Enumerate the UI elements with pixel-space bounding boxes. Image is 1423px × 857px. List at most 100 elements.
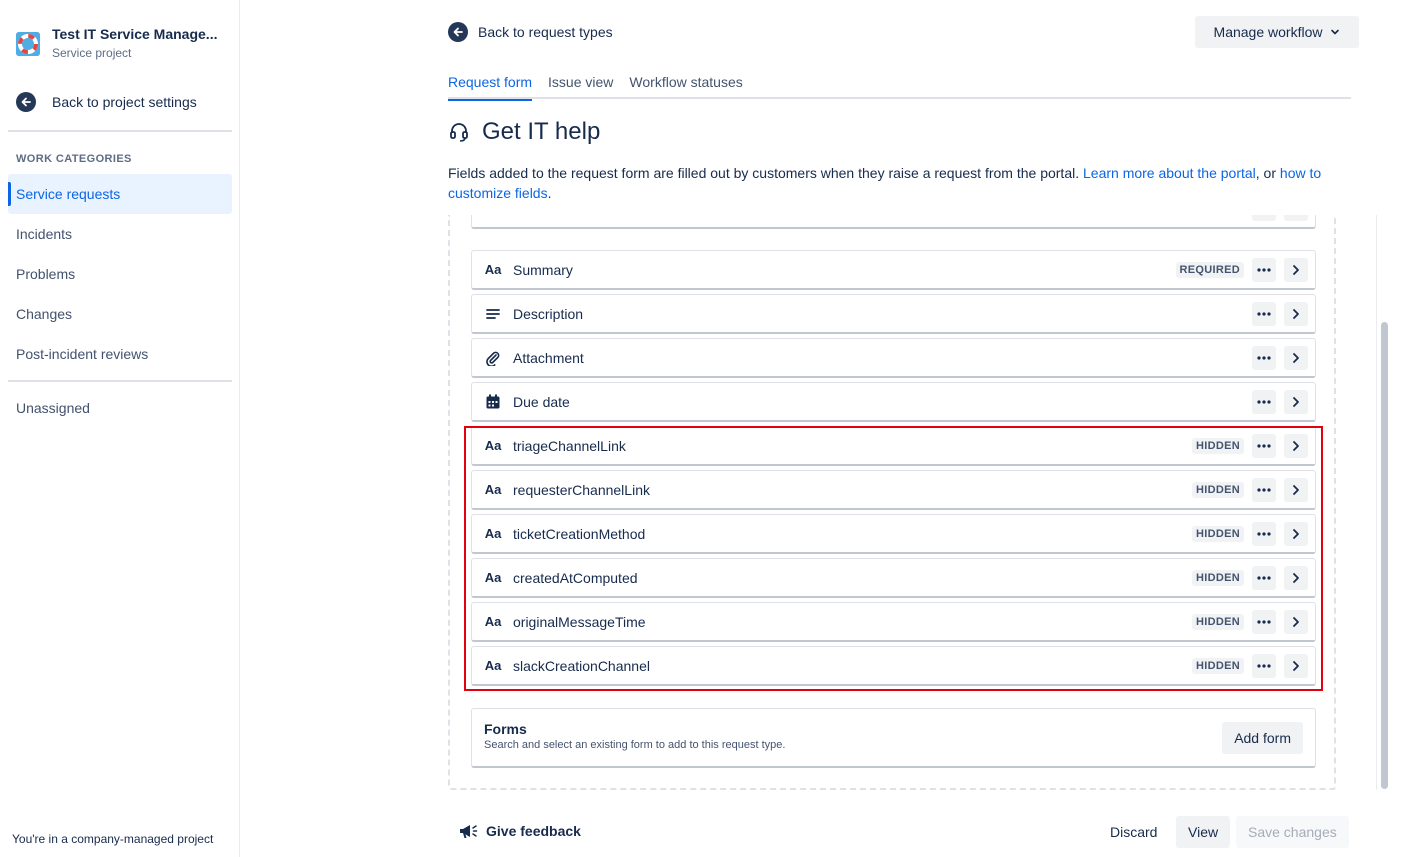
text-field-icon: Aa [484,614,502,629]
discard-button[interactable]: Discard [1098,816,1169,848]
chevron-right-icon[interactable] [1284,609,1308,634]
text-field-icon: Aa [484,262,502,277]
arrow-left-icon [448,22,468,42]
chevron-right-icon[interactable] [1284,345,1308,370]
tab-workflow-statuses[interactable]: Workflow statuses [629,74,742,99]
chevron-right-icon[interactable] [1284,215,1308,221]
status-badge: HIDDEN [1192,657,1244,674]
save-changes-button[interactable]: Save changes [1236,816,1349,848]
field-name: slackCreationChannel [513,657,650,674]
chevron-down-icon [1331,29,1340,35]
chevron-right-icon[interactable] [1284,257,1308,282]
more-options-icon[interactable] [1252,653,1276,678]
sidebar-item-label: Service requests [16,186,121,202]
more-options-icon[interactable] [1252,257,1276,282]
text-field-icon: Aa [484,570,502,585]
status-badge: HIDDEN [1192,437,1244,454]
view-button[interactable]: View [1176,816,1231,848]
sidebar-divider [8,380,232,382]
sidebar-item-unassigned[interactable]: Unassigned [8,388,232,428]
give-feedback-button[interactable]: Give feedback [458,822,581,840]
request-type-title: Get IT help [482,118,601,145]
back-to-request-types[interactable]: Back to request types [448,22,613,42]
back-to-project-settings[interactable]: Back to project settings [16,92,197,112]
page-title: Get IT help [448,118,600,146]
field-name: triageChannelLink [513,437,626,454]
field-row[interactable]: Instructions [471,215,1316,229]
sidebar-item-problems[interactable]: Problems [8,254,232,294]
field-name: Due date [513,393,570,410]
tab-issue-view[interactable]: Issue view [548,74,613,99]
manage-workflow-button[interactable]: Manage workflow [1195,16,1359,48]
more-options-icon[interactable] [1252,565,1276,590]
text-field-icon: Aa [484,438,502,453]
chevron-right-icon[interactable] [1284,521,1308,546]
project-title: Test IT Service Manage... [52,26,218,42]
field-row[interactable]: Aa Summary REQUIRED [471,250,1316,290]
more-options-icon[interactable] [1252,521,1276,546]
text-lines-icon [484,215,502,218]
give-feedback-label: Give feedback [486,823,581,839]
more-options-icon[interactable] [1252,215,1276,221]
more-options-icon[interactable] [1252,389,1276,414]
scrollbar-thumb[interactable] [1381,322,1388,789]
sidebar-item-label: Unassigned [16,400,90,416]
field-row[interactable]: Aa requesterChannelLink HIDDEN [471,470,1316,510]
field-row[interactable]: Aa createdAtComputed HIDDEN [471,558,1316,598]
status-badge: REQUIRED [1175,261,1244,278]
add-form-button[interactable]: Add form [1222,722,1303,754]
chevron-right-icon[interactable] [1284,301,1308,326]
sidebar-item-label: Post-incident reviews [16,346,149,362]
chevron-right-icon[interactable] [1284,477,1308,502]
sidebar-item-post-incident-reviews[interactable]: Post-incident reviews [8,334,232,374]
sidebar-item-label: Problems [16,266,76,282]
field-name: Attachment [513,349,584,366]
field-row[interactable]: Aa triageChannelLink HIDDEN [471,426,1316,466]
chevron-right-icon[interactable] [1284,565,1308,590]
status-badge: HIDDEN [1192,481,1244,498]
back-request-types-label: Back to request types [478,24,613,40]
text-lines-icon [484,305,502,323]
paperclip-icon [484,349,502,367]
more-options-icon[interactable] [1252,477,1276,502]
sidebar-item-incidents[interactable]: Incidents [8,214,232,254]
section-heading: WORK CATEGORIES [16,153,132,165]
field-row[interactable]: Aa ticketCreationMethod HIDDEN [471,514,1316,554]
more-options-icon[interactable] [1252,345,1276,370]
sidebar-item-service-requests[interactable]: Service requests [8,174,232,214]
more-options-icon[interactable] [1252,301,1276,326]
more-options-icon[interactable] [1252,433,1276,458]
scrollbar[interactable] [1376,215,1390,790]
field-row[interactable]: Aa originalMessageTime HIDDEN [471,602,1316,642]
field-row[interactable]: Attachment [471,338,1316,378]
tab-request-form[interactable]: Request form [448,74,533,101]
megaphone-icon [460,825,478,838]
text-field-icon: Aa [484,658,502,673]
field-row[interactable]: Aa slackCreationChannel HIDDEN [471,646,1316,686]
request-form-fields: Instructions Aa Summary REQUIRED Description… [448,215,1336,790]
field-name: createdAtComputed [513,569,638,586]
field-row[interactable]: Due date [471,382,1316,422]
company-managed-note: You're in a company-managed project [12,832,214,846]
forms-card: Forms Search and select an existing form… [471,708,1316,768]
learn-portal-link[interactable]: Learn more about the portal [1083,165,1256,181]
tab-bar: Request form Issue view Workflow statuse… [448,74,1351,101]
project-subtitle: Service project [52,46,132,60]
status-badge: HIDDEN [1192,569,1244,586]
more-options-icon[interactable] [1252,609,1276,634]
intro-end-text: . [547,185,552,201]
chevron-right-icon[interactable] [1284,433,1308,458]
field-row[interactable]: Description [471,294,1316,334]
sidebar-item-changes[interactable]: Changes [8,294,232,334]
forms-title: Forms [484,721,527,737]
sidebar-divider [8,130,232,132]
intro-main-text: Fields added to the request form are fil… [448,165,1083,181]
chevron-right-icon[interactable] [1284,653,1308,678]
sidebar: Test IT Service Manage... Service projec… [0,0,240,857]
intro-or-text: , or [1255,165,1280,181]
chevron-right-icon[interactable] [1284,389,1308,414]
project-logo-icon [16,32,40,56]
sidebar-item-label: Changes [16,306,73,322]
project-header[interactable]: Test IT Service Manage... Service projec… [16,24,217,62]
forms-description: Search and select an existing form to ad… [484,739,786,751]
